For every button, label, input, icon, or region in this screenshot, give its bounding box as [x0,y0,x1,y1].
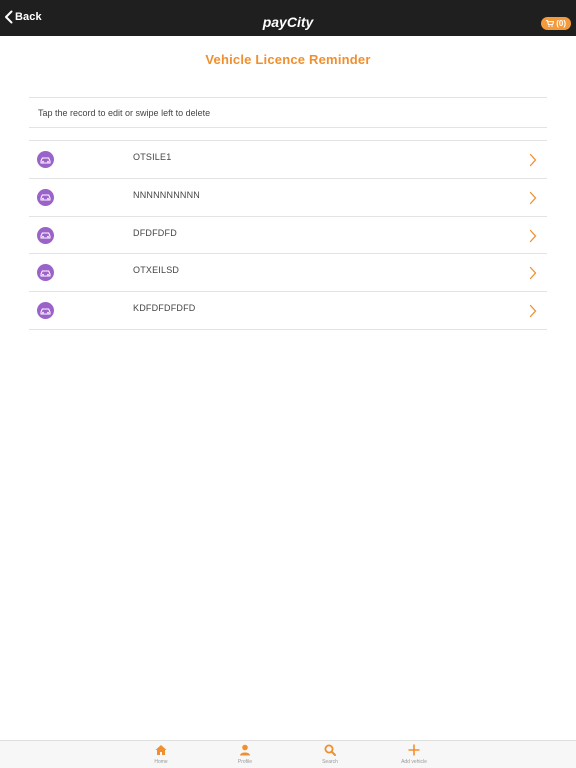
chevron-right-icon [529,229,537,242]
vehicle-record-list: OTSILE1 NNNNNNNNNN DFDFDFD OTXEILSD KDFD… [29,140,547,330]
profile-icon [240,744,250,756]
record-label: DFDFDFD [133,227,177,238]
list-item[interactable]: KDFDFDFDFD [29,292,547,330]
tab-add-vehicle[interactable]: Add vehicle [384,744,444,765]
tab-home[interactable]: Home [131,744,191,765]
tab-label: Profile [237,759,253,765]
app-title: payCity [262,14,314,30]
record-label: NNNNNNNNNN [133,189,200,200]
chevron-right-icon [529,191,537,204]
instruction-text: Tap the record to edit or swipe left to … [38,108,211,118]
car-icon [37,226,54,244]
cart-count: (0) [556,19,566,28]
car-icon [37,264,54,282]
tab-label: Search [322,759,338,765]
record-label: KDFDFDFDFD [133,303,196,314]
list-item[interactable]: OTSILE1 [29,141,547,179]
car-icon [37,151,54,168]
bottom-tab-bar: Home Profile Search Add vehicle [0,740,576,768]
record-label: OTXEILSD [133,265,180,276]
instruction-row: Tap the record to edit or swipe left to … [29,97,547,128]
record-label: OTSILE1 [133,152,172,162]
chevron-right-icon [529,267,537,280]
tab-profile[interactable]: Profile [215,744,275,765]
tab-label: Add vehicle [401,759,427,765]
car-icon [37,302,54,320]
top-navigation-bar: Back payCity (0) [0,0,576,36]
chevron-right-icon [529,153,537,167]
cart-icon [546,20,555,27]
car-icon [37,188,54,206]
search-icon [324,744,336,756]
tab-label: Home [154,759,168,765]
cart-button[interactable]: (0) [541,17,571,30]
chevron-right-icon [529,305,537,318]
tab-search[interactable]: Search [300,744,360,765]
list-item[interactable]: NNNNNNNNNN [29,179,547,217]
list-item[interactable]: DFDFDFD [29,217,547,255]
page-title: Vehicle Licence Reminder [205,52,371,67]
plus-icon [408,744,420,756]
home-icon [155,745,167,755]
list-item[interactable]: OTXEILSD [29,254,547,293]
app-screen: Back payCity (0) Vehicle Licence Reminde… [0,0,576,768]
